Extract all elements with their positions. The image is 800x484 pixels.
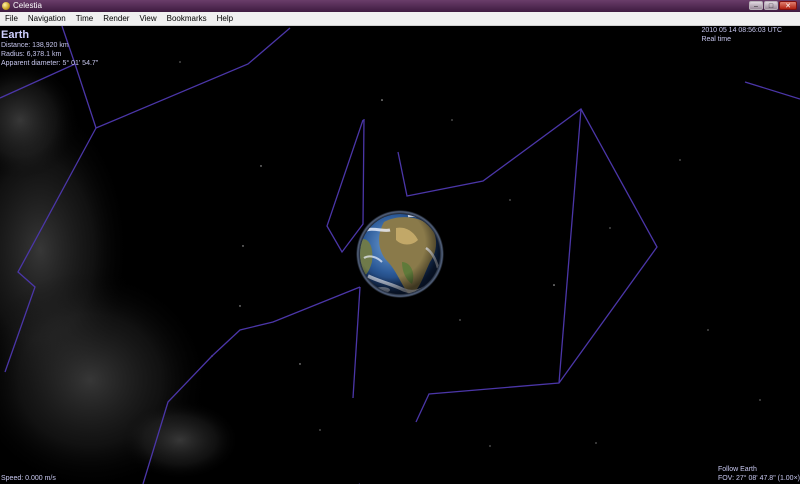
star-field <box>179 61 761 447</box>
title-bar[interactable]: Celestia – □ ✕ <box>0 0 800 12</box>
sky-render <box>0 26 800 484</box>
fov-readout: FOV: 27° 08' 47.8" (1.00×) <box>717 475 800 482</box>
radius-readout: Radius: 6,378.1 km <box>1 51 62 58</box>
menu-bar: File Navigation Time Render View Bookmar… <box>0 12 800 26</box>
datetime-readout: 2010 05 14 08:56:03 UTC <box>701 27 782 34</box>
window-title: Celestia <box>13 1 42 10</box>
window-controls: – □ ✕ <box>749 1 797 10</box>
celestia-window: Celestia – □ ✕ File Navigation Time Rend… <box>0 0 800 484</box>
menu-bookmarks[interactable]: Bookmarks <box>162 12 212 25</box>
object-info: Earth Distance: 138,920 km Radius: 6,378… <box>1 29 98 68</box>
distance-readout: Distance: 138,920 km <box>1 42 69 49</box>
earth-globe[interactable] <box>356 210 444 298</box>
menu-file[interactable]: File <box>0 12 23 25</box>
time-mode: Real time <box>701 36 732 43</box>
follow-status: Follow Earth <box>717 466 757 473</box>
menu-help[interactable]: Help <box>212 12 238 25</box>
space-viewport[interactable] <box>0 26 800 484</box>
celestia-app-icon <box>2 2 10 10</box>
close-button[interactable]: ✕ <box>779 1 797 10</box>
menu-time[interactable]: Time <box>71 12 98 25</box>
menu-view[interactable]: View <box>134 12 161 25</box>
object-name: Earth <box>1 29 30 41</box>
maximize-button[interactable]: □ <box>764 1 778 10</box>
minimize-button[interactable]: – <box>749 1 763 10</box>
time-info: 2010 05 14 08:56:03 UTC Real time <box>701 26 782 44</box>
apparent-diameter-readout: Apparent diameter: 5° 01' 54.7" <box>1 60 99 67</box>
menu-navigation[interactable]: Navigation <box>23 12 71 25</box>
view-info: Follow Earth FOV: 27° 08' 47.8" (1.00×) <box>718 465 800 483</box>
milky-way-haze <box>0 60 240 484</box>
menu-render[interactable]: Render <box>98 12 134 25</box>
speed-readout: Speed: 0.000 m/s <box>1 475 56 482</box>
